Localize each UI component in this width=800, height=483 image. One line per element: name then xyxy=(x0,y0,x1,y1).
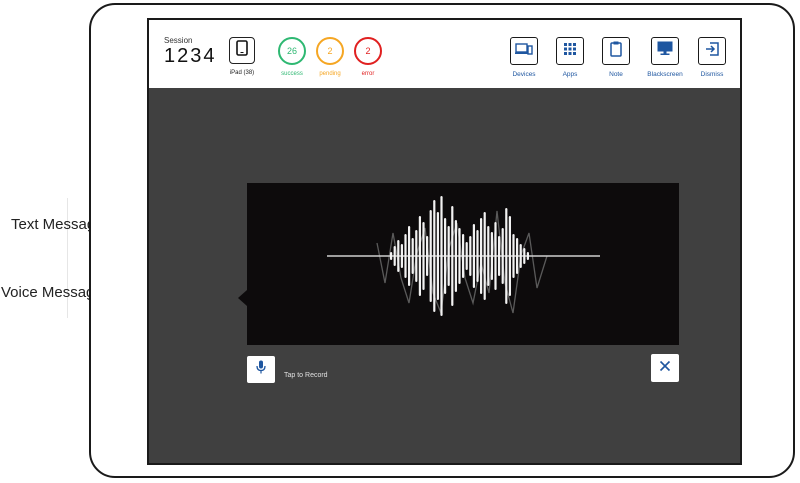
waveform-bar xyxy=(483,212,486,300)
session-label: Session xyxy=(164,36,193,45)
error-count-badge[interactable]: 2 xyxy=(354,37,382,65)
voice-waveform-panel xyxy=(247,183,679,345)
blackscreen-button[interactable] xyxy=(651,37,679,65)
monitor-icon xyxy=(657,41,673,61)
record-button[interactable] xyxy=(247,356,275,383)
waveform-bar xyxy=(418,216,421,296)
waveform-bar xyxy=(458,228,461,284)
tablet-screen: Session 1234 iPad (38) 26 success 2 pend… xyxy=(147,18,742,465)
waveform-bar xyxy=(408,226,411,286)
session-number: 1234 xyxy=(164,45,217,67)
waveform-bar xyxy=(451,206,454,306)
success-count-badge[interactable]: 26 xyxy=(278,37,306,65)
waveform-bar xyxy=(444,218,447,294)
exit-icon xyxy=(705,41,719,61)
waveform-bar xyxy=(480,218,483,294)
devices-icon xyxy=(515,42,533,61)
waveform-bar xyxy=(447,226,450,286)
close-icon xyxy=(659,359,671,377)
tablet-icon xyxy=(236,40,248,61)
waveform-bar xyxy=(436,212,439,300)
blackscreen-label: Blackscreen xyxy=(647,71,683,78)
dismiss-button[interactable] xyxy=(698,37,726,65)
error-label: error xyxy=(361,71,375,77)
pending-label: pending xyxy=(319,71,341,77)
waveform-bar xyxy=(390,252,393,260)
microphone-icon xyxy=(256,360,266,379)
waveform-bar xyxy=(472,224,475,288)
panel-pointer-arrow xyxy=(238,290,247,306)
note-button[interactable] xyxy=(602,37,630,65)
note-label: Note xyxy=(609,71,623,78)
top-header-bar: Session 1234 iPad (38) 26 success 2 pend… xyxy=(149,20,740,88)
voice-message-callout-label: Voice Message xyxy=(1,284,103,301)
close-recorder-button[interactable] xyxy=(651,354,679,382)
waveform-bar xyxy=(476,230,479,282)
waveform-bar xyxy=(397,240,400,272)
waveform-bar xyxy=(490,232,493,280)
waveform-bar xyxy=(462,234,465,278)
waveform-bar xyxy=(411,238,414,274)
devices-button[interactable] xyxy=(510,37,538,65)
waveform-bar xyxy=(393,246,396,266)
waveform-bar xyxy=(512,234,515,278)
tap-to-record-label: Tap to Record xyxy=(284,372,328,379)
waveform-bar xyxy=(519,244,522,268)
apps-label: Apps xyxy=(562,71,578,78)
waveform-bar xyxy=(454,220,457,292)
pending-count-badge[interactable]: 2 xyxy=(316,37,344,65)
apps-grid-icon xyxy=(564,42,576,60)
waveform-bar xyxy=(429,210,432,302)
waveform-bar xyxy=(494,222,497,290)
waveform-bar xyxy=(487,226,490,286)
waveform-bar xyxy=(516,238,519,274)
waveform-bar xyxy=(498,236,501,276)
waveform-bar xyxy=(400,244,403,268)
devices-label: Devices xyxy=(512,71,536,78)
waveform-bar xyxy=(523,248,526,264)
waveform-bar xyxy=(508,216,511,296)
clipboard-icon xyxy=(610,41,622,62)
waveform-bar xyxy=(469,236,472,276)
voice-waveform xyxy=(327,196,600,316)
device-selector-button[interactable] xyxy=(229,37,255,64)
waveform-bar xyxy=(501,228,504,284)
waveform-bar xyxy=(433,200,436,312)
waveform-bar xyxy=(526,252,529,260)
waveform-bar xyxy=(404,234,407,278)
waveform-bar xyxy=(415,230,418,282)
success-label: success xyxy=(281,71,303,77)
waveform-bar xyxy=(426,236,429,276)
waveform-bar xyxy=(422,222,425,290)
waveform-bar xyxy=(505,208,508,304)
dismiss-label: Dismiss xyxy=(700,71,724,78)
device-count-label: iPad (38) xyxy=(229,70,255,76)
apps-button[interactable] xyxy=(556,37,584,65)
waveform-bar xyxy=(465,242,468,270)
waveform-bar xyxy=(440,196,443,316)
